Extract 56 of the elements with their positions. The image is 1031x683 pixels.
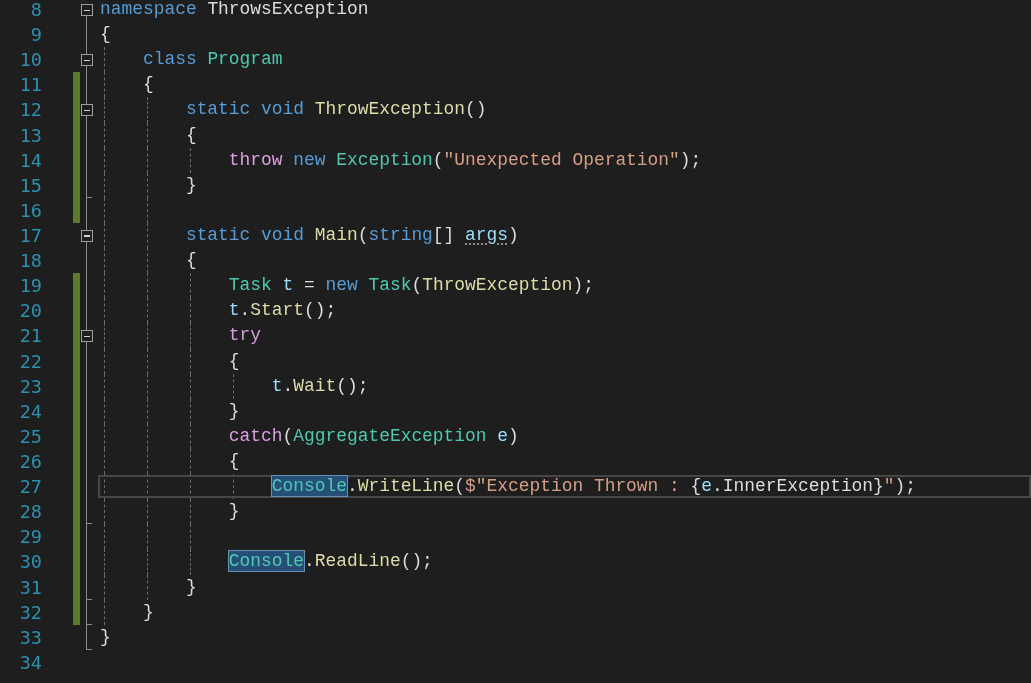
code-line: {: [185, 249, 197, 273]
code-line: }: [142, 600, 154, 624]
line-number: 11: [18, 73, 42, 98]
code-line: namespace ThrowsException: [100, 0, 369, 22]
line-number: 25: [18, 424, 42, 449]
line-number: 26: [18, 450, 42, 474]
code-line: }: [228, 399, 240, 423]
code-line: t.Wait();: [271, 374, 369, 398]
code-line: {: [142, 73, 154, 97]
code-line: throw new Exception("Unexpected Operation");: [228, 148, 702, 172]
line-number: 10: [18, 48, 42, 73]
code-line: Console.ReadLine();: [228, 550, 433, 574]
line-number: 8: [29, 0, 42, 23]
collapse-icon[interactable]: [81, 230, 93, 242]
collapse-icon[interactable]: [81, 4, 93, 16]
line-number: 16: [18, 198, 42, 223]
line-number: 19: [18, 274, 42, 299]
code-line: {: [228, 349, 240, 373]
code-line: Console.WriteLine($"Exception Thrown : {e.InnerException}");: [271, 475, 917, 499]
line-number: 22: [18, 349, 42, 374]
line-number: 29: [18, 525, 42, 550]
line-number: 33: [18, 625, 42, 650]
line-number: 21: [18, 324, 42, 349]
line-number: 28: [18, 500, 42, 525]
line-number: 32: [18, 600, 42, 625]
code-line: {: [228, 450, 240, 473]
code-line: catch(AggregateException e): [228, 424, 519, 448]
code-line: {: [185, 123, 197, 147]
line-number: 9: [29, 23, 42, 48]
line-number: 27: [18, 475, 42, 500]
code-line: }: [185, 173, 197, 197]
line-number: 14: [18, 148, 42, 173]
line-number: 18: [18, 249, 42, 274]
line-number: 34: [18, 650, 42, 675]
line-number: 15: [18, 173, 42, 198]
line-number: 30: [18, 550, 42, 575]
code-line: }: [185, 575, 197, 599]
line-number: 20: [18, 299, 42, 324]
collapse-icon[interactable]: [81, 54, 93, 67]
code-line: static void ThrowException(): [185, 98, 487, 122]
code-line: Task t = new Task(ThrowException);: [228, 274, 594, 298]
code-line: try: [228, 324, 262, 348]
code-line: }: [100, 625, 111, 649]
line-number: 13: [18, 123, 42, 148]
collapse-icon[interactable]: [81, 330, 93, 343]
line-number: 31: [18, 575, 42, 600]
code-line: static void Main(string[] args): [185, 224, 519, 248]
code-line: }: [228, 500, 240, 524]
code-line: class Program: [142, 48, 283, 72]
line-number: 12: [18, 98, 42, 123]
line-number: 24: [18, 399, 42, 424]
code-line: t.Start();: [228, 299, 337, 323]
line-number: 17: [18, 224, 42, 249]
code-line: {: [100, 23, 111, 47]
collapse-icon[interactable]: [81, 104, 93, 117]
line-number: 23: [18, 374, 42, 399]
